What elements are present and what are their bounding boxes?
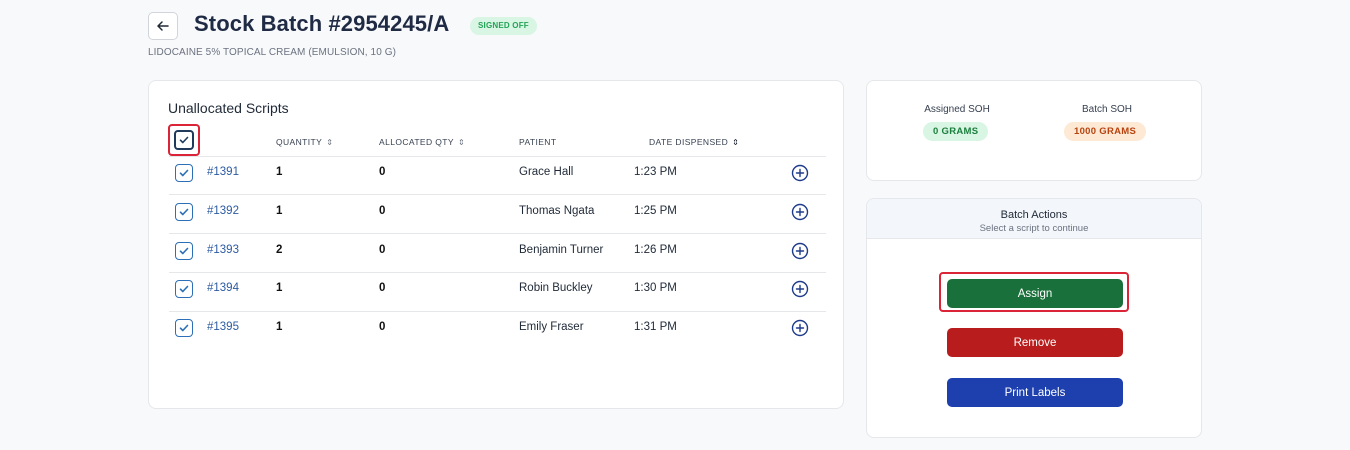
batch-actions-card: Batch Actions Select a script to continu… bbox=[866, 198, 1202, 438]
add-script-icon[interactable] bbox=[791, 280, 809, 298]
select-all-checkbox[interactable] bbox=[174, 130, 194, 150]
script-id-link[interactable]: #1392 bbox=[207, 205, 239, 217]
patient-cell: Robin Buckley bbox=[519, 282, 593, 294]
assigned-soh-badge: 0 GRAMS bbox=[923, 122, 989, 141]
check-icon bbox=[179, 136, 189, 144]
allocated-cell: 0 bbox=[379, 282, 386, 294]
row-checkbox[interactable] bbox=[175, 203, 193, 221]
row-divider bbox=[169, 272, 826, 273]
sort-icon: ⇕ bbox=[326, 137, 334, 147]
batch-actions-subtitle: Select a script to continue bbox=[979, 223, 1089, 234]
assigned-soh-label: Assigned SOH bbox=[924, 104, 990, 115]
patient-cell: Thomas Ngata bbox=[519, 205, 595, 217]
soh-summary-card: Assigned SOH 0 GRAMS Batch SOH 1000 GRAM… bbox=[866, 80, 1202, 181]
check-icon bbox=[179, 324, 189, 332]
batch-actions-header: Batch Actions Select a script to continu… bbox=[867, 199, 1201, 239]
arrow-left-icon bbox=[157, 21, 169, 31]
column-header-allocated-qty[interactable]: ALLOCATED QTY ⇕ bbox=[379, 137, 465, 147]
page-title: Stock Batch #2954245/A bbox=[194, 11, 450, 36]
batch-soh-badge: 1000 GRAMS bbox=[1064, 122, 1147, 141]
row-checkbox[interactable] bbox=[175, 319, 193, 337]
column-header-patient: PATIENT bbox=[519, 137, 557, 147]
quantity-cell: 1 bbox=[276, 282, 283, 294]
row-divider bbox=[169, 311, 826, 312]
date-cell: 1:30 PM bbox=[634, 282, 677, 294]
add-script-icon[interactable] bbox=[791, 203, 809, 221]
allocated-cell: 0 bbox=[379, 321, 386, 333]
row-divider bbox=[169, 194, 826, 195]
batch-soh-label: Batch SOH bbox=[1081, 104, 1133, 115]
row-checkbox[interactable] bbox=[175, 280, 193, 298]
date-cell: 1:25 PM bbox=[634, 205, 677, 217]
row-divider bbox=[169, 233, 826, 234]
batch-actions-title: Batch Actions bbox=[1000, 209, 1068, 221]
row-checkbox[interactable] bbox=[175, 242, 193, 260]
check-icon bbox=[179, 285, 189, 293]
column-header-quantity[interactable]: QUANTITY ⇕ bbox=[276, 137, 333, 147]
script-id-link[interactable]: #1391 bbox=[207, 166, 239, 178]
card-heading: Unallocated Scripts bbox=[168, 100, 289, 116]
check-icon bbox=[179, 169, 189, 177]
header-divider bbox=[169, 156, 826, 157]
check-icon bbox=[179, 247, 189, 255]
unallocated-scripts-card: Unallocated Scripts QUANTITY ⇕ ALLOCATED … bbox=[148, 80, 844, 409]
sort-icon: ⇕ bbox=[457, 137, 466, 147]
check-icon bbox=[179, 208, 189, 216]
quantity-cell: 1 bbox=[276, 321, 283, 333]
script-id-link[interactable]: #1395 bbox=[207, 321, 239, 333]
status-badge: SIGNED OFF bbox=[470, 17, 537, 35]
assign-button[interactable]: Assign bbox=[947, 279, 1123, 308]
product-subtitle: LIDOCAINE 5% TOPICAL CREAM (EMULSION, 10… bbox=[148, 47, 397, 58]
remove-button[interactable]: Remove bbox=[947, 328, 1123, 357]
allocated-cell: 0 bbox=[379, 166, 386, 178]
column-header-date-dispensed[interactable]: DATE DISPENSED ⇕ bbox=[649, 137, 739, 147]
allocated-cell: 0 bbox=[379, 244, 386, 256]
sort-icon: ⇕ bbox=[732, 137, 740, 147]
row-checkbox[interactable] bbox=[175, 164, 193, 182]
add-script-icon[interactable] bbox=[791, 242, 809, 260]
print-labels-button[interactable]: Print Labels bbox=[947, 378, 1123, 407]
patient-cell: Emily Fraser bbox=[519, 321, 584, 333]
back-button[interactable] bbox=[148, 12, 178, 40]
allocated-cell: 0 bbox=[379, 205, 386, 217]
script-id-link[interactable]: #1393 bbox=[207, 244, 239, 256]
date-cell: 1:26 PM bbox=[634, 244, 677, 256]
date-cell: 1:23 PM bbox=[634, 166, 677, 178]
add-script-icon[interactable] bbox=[791, 319, 809, 337]
quantity-cell: 1 bbox=[276, 205, 283, 217]
patient-cell: Grace Hall bbox=[519, 166, 574, 178]
script-id-link[interactable]: #1394 bbox=[207, 282, 239, 294]
date-cell: 1:31 PM bbox=[634, 321, 677, 333]
quantity-cell: 2 bbox=[276, 244, 283, 256]
patient-cell: Benjamin Turner bbox=[519, 244, 604, 256]
quantity-cell: 1 bbox=[276, 166, 283, 178]
add-script-icon[interactable] bbox=[791, 164, 809, 182]
